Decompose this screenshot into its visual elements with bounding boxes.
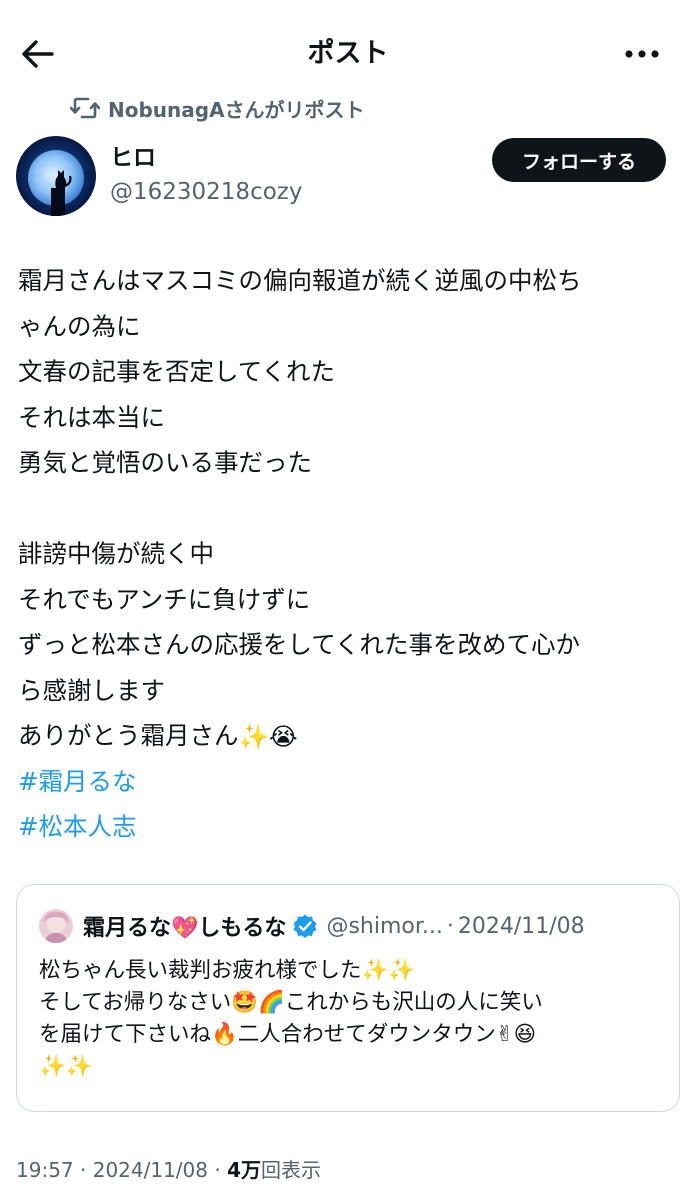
tweet-line: 誹謗中傷が続く中 <box>18 539 214 568</box>
post-time[interactable]: 19:57 <box>16 1158 74 1182</box>
quoted-line: 松ちゃん長い裁判お疲れ様でした✨✨ <box>39 958 416 983</box>
quoted-line: ✨✨ <box>39 1054 93 1079</box>
repost-indicator[interactable]: NobunagAさんがリポスト <box>70 92 365 124</box>
tweet-line: 文春の記事を否定してくれた <box>18 357 336 386</box>
post-meta: 19:57 · 2024/11/08 · 4万回表示 <box>16 1152 321 1188</box>
tweet-line: ら感謝します <box>18 675 165 705</box>
page-title: ポスト <box>307 38 389 69</box>
tweet-text: 霜月さんはマスコミの偏向報道が続く逆風の中松ち ゃんの為に 文春の記事を否定して… <box>18 258 682 850</box>
quoted-line: を届けて下さいね🔥二人合わせてダウンタウン✌😆 <box>39 1022 537 1047</box>
tweet-line-text: ありがとう霜月さん <box>18 721 239 750</box>
quoted-avatar <box>39 909 73 943</box>
verified-badge-icon <box>293 914 317 938</box>
author-display-name[interactable]: ヒロ <box>110 142 156 174</box>
quoted-post[interactable]: 霜月るな💖しもるな @shimor... · 2024/11/08 松ちゃん長い… <box>16 884 680 1112</box>
avatar-image <box>16 136 96 216</box>
tweet-line: 霜月さんはマスコミの偏向報道が続く逆風の中松ち <box>18 266 582 295</box>
repost-text: NobunagAさんがリポスト <box>108 97 365 122</box>
quoted-separator: · <box>446 913 454 939</box>
meta-separator: · <box>80 1158 87 1182</box>
top-bar: ポスト <box>0 0 696 100</box>
quoted-display-name[interactable]: 霜月るな💖しもるな <box>83 910 286 942</box>
views-count: 4万 <box>227 1158 261 1182</box>
post-date[interactable]: 2024/11/08 <box>93 1158 208 1182</box>
author-handle[interactable]: @16230218cozy <box>110 176 302 208</box>
more-horizontal-icon <box>625 50 659 58</box>
quoted-line: そしてお帰りなさい🤩🌈これからも沢山の人に笑い <box>39 990 543 1015</box>
tweet-line: ずっと松本さんの応援をしてくれた事を改めて心か <box>18 630 581 659</box>
sparkles-crying-emoji: ✨😭 <box>238 722 298 752</box>
tweet-line-last: ありがとう霜月さん✨😭 <box>18 713 682 759</box>
tweet-line: ゃんの為に <box>18 311 141 341</box>
sparkling-heart-emoji: 💖 <box>171 916 199 941</box>
hashtag-link[interactable]: #松本人志 <box>18 804 682 850</box>
quoted-text: 松ちゃん長い裁判お疲れ様でした✨✨ そしてお帰りなさい🤩🌈これからも沢山の人に笑… <box>39 955 669 1083</box>
more-button[interactable] <box>624 42 660 66</box>
quoted-date[interactable]: 2024/11/08 <box>458 914 585 939</box>
tweet-line: それは本当に <box>18 402 165 432</box>
hashtag-link[interactable]: #霜月るな <box>18 759 682 805</box>
views-label: 回表示 <box>261 1158 321 1182</box>
quoted-handle[interactable]: @shimor... <box>326 914 442 939</box>
tweet-line: それでもアンチに負けずに <box>18 584 311 614</box>
meta-separator: · <box>214 1158 221 1182</box>
quoted-header: 霜月るな💖しもるな @shimor... · 2024/11/08 <box>83 907 659 945</box>
avatar[interactable] <box>16 136 96 216</box>
repost-icon <box>70 97 100 119</box>
follow-button[interactable]: フォローする <box>492 138 666 182</box>
quoted-avatar-image <box>39 909 73 943</box>
tweet-line: 勇気と覚悟のいる事だった <box>18 448 312 477</box>
